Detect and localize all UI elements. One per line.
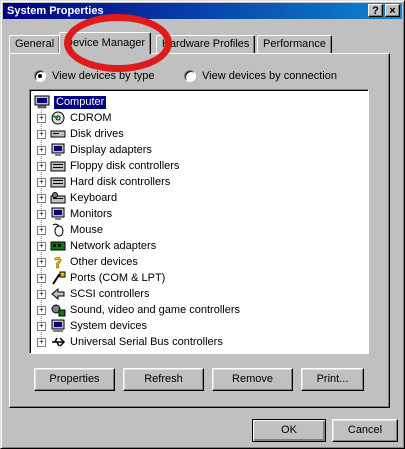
tree-item[interactable]: + Keyboard [37, 190, 117, 206]
ok-button[interactable]: OK [252, 419, 326, 442]
tree-item-label: Other devices [70, 256, 138, 268]
tree-item-label: SCSI controllers [70, 288, 150, 300]
tab-hardware-profiles-label: Hardware Profiles [162, 38, 250, 50]
expand-icon[interactable]: + [37, 305, 46, 315]
tab-general[interactable]: General [9, 35, 61, 53]
help-button[interactable]: ? [368, 4, 383, 17]
view-by-type-label: View devices by type [52, 70, 155, 82]
tab-device-manager[interactable]: Device Manager [59, 32, 152, 54]
tree-item-label: Mouse [70, 224, 104, 236]
tree-item[interactable]: + Disk drives [37, 126, 124, 142]
view-by-connection-option[interactable]: View devices by connection [184, 70, 337, 82]
tree-item-label: Hard disk controllers [70, 176, 171, 188]
tree-item[interactable]: + Mouse [37, 222, 103, 238]
print-button[interactable]: Print... [301, 368, 364, 391]
expand-icon[interactable]: + [37, 225, 46, 235]
cancel-button[interactable]: Cancel [332, 419, 398, 442]
monitor-icon [51, 207, 65, 220]
tab-hardware-profiles[interactable]: Hardware Profiles [156, 35, 256, 53]
tree-item-label: Ports (COM & LPT) [70, 272, 166, 284]
tree-item[interactable]: + SCSI controllers [37, 286, 149, 302]
tree-item[interactable]: + CDROM [37, 110, 112, 126]
tree-item-label: Monitors [70, 208, 113, 220]
view-by-connection-radio[interactable] [184, 70, 196, 82]
tab-general-label: General [15, 38, 55, 50]
hard-disk-controller-icon [50, 177, 66, 188]
tree-item[interactable]: + Ports (COM & LPT) [37, 270, 165, 286]
port-icon [52, 271, 66, 285]
expand-icon[interactable]: + [37, 145, 46, 155]
expand-icon[interactable]: + [37, 113, 46, 123]
expand-icon[interactable]: + [37, 193, 46, 203]
tree-item[interactable]: + System devices [37, 318, 147, 334]
tree-item[interactable]: + Monitors [37, 206, 112, 222]
tree-item-label: Network adapters [70, 240, 157, 252]
expand-icon[interactable]: + [37, 289, 46, 299]
expand-icon[interactable]: + [37, 337, 46, 347]
tree-item[interactable]: + Display adapters [37, 142, 152, 158]
tree-item-label: Disk drives [70, 128, 124, 140]
sound-icon [51, 304, 66, 317]
properties-button[interactable]: Properties [34, 368, 115, 391]
device-tree[interactable]: Computer + CDROM + Disk drives + Display adap… [29, 89, 369, 354]
tree-item-label: Sound, video and game controllers [70, 304, 240, 316]
expand-icon[interactable]: + [37, 241, 46, 251]
tree-item[interactable]: +? Other devices [37, 254, 138, 270]
tree-item[interactable]: + Floppy disk controllers [37, 158, 179, 174]
tree-item[interactable]: + Sound, video and game controllers [37, 302, 240, 318]
display-adapter-icon [51, 143, 65, 156]
system-properties-window: System Properties ? × General Device Man… [0, 0, 405, 449]
window-title: System Properties [7, 5, 104, 17]
tree-item-label: Floppy disk controllers [70, 160, 180, 172]
tab-device-manager-label: Device Manager [65, 37, 146, 49]
tree-item-label: CDROM [70, 112, 112, 124]
tree-item-label: Universal Serial Bus controllers [70, 336, 223, 348]
usb-icon [52, 337, 66, 347]
tree-item[interactable]: + Network adapters [37, 238, 156, 254]
expand-icon[interactable]: + [37, 161, 46, 171]
expand-icon[interactable]: + [37, 321, 46, 331]
tree-root-label: Computer [54, 95, 107, 109]
tree-item[interactable]: + Universal Serial Bus controllers [37, 334, 223, 350]
floppy-controller-icon [50, 161, 66, 172]
tree-item[interactable]: + Hard disk controllers [37, 174, 170, 190]
view-by-type-radio[interactable] [34, 70, 46, 82]
network-adapter-icon [50, 241, 66, 251]
keyboard-icon [50, 192, 66, 204]
tab-performance-label: Performance [263, 38, 326, 50]
title-bar[interactable]: System Properties ? × [3, 3, 402, 19]
system-device-icon [51, 319, 65, 332]
expand-icon[interactable]: + [37, 177, 46, 187]
expand-icon[interactable]: + [37, 209, 46, 219]
cdrom-icon [51, 111, 65, 125]
computer-icon [34, 95, 50, 109]
mouse-icon [52, 223, 64, 237]
tree-item-label: System devices [70, 320, 148, 332]
tree-root-computer[interactable]: Computer [34, 94, 107, 110]
question-mark-icon: ? [54, 256, 63, 269]
expand-icon[interactable]: + [37, 273, 46, 283]
svg-text:?: ? [54, 256, 62, 269]
view-by-connection-label: View devices by connection [202, 70, 337, 82]
expand-icon[interactable]: + [37, 129, 46, 139]
remove-button[interactable]: Remove [212, 368, 293, 391]
title-bar-buttons: ? × [368, 4, 400, 17]
expand-icon[interactable]: + [37, 257, 46, 267]
tab-performance[interactable]: Performance [257, 35, 332, 53]
tree-item-label: Display adapters [70, 144, 152, 156]
refresh-button[interactable]: Refresh [123, 368, 204, 391]
close-button[interactable]: × [385, 4, 400, 17]
tree-item-label: Keyboard [70, 192, 118, 204]
view-by-type-option[interactable]: View devices by type [34, 70, 155, 82]
scsi-icon [51, 287, 65, 301]
disk-drive-icon [50, 130, 66, 138]
